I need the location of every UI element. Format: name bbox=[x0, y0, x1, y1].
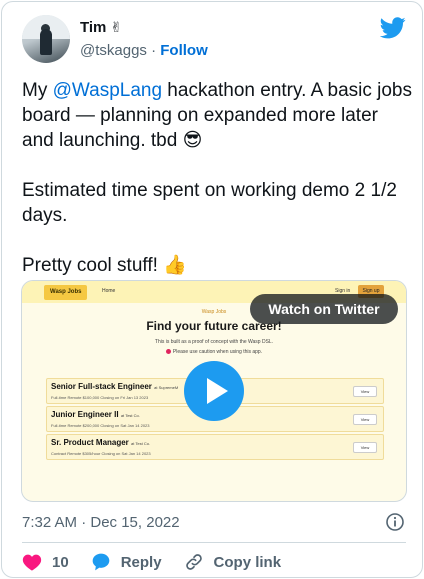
author-name-row: Tim ✌ bbox=[80, 19, 122, 36]
tweet-header: Tim ✌ @tskaggs · Follow bbox=[22, 15, 406, 67]
play-icon bbox=[207, 378, 228, 404]
divider bbox=[22, 542, 406, 543]
app-warning: Please use caution when using this app. bbox=[22, 349, 406, 355]
info-icon[interactable] bbox=[385, 512, 405, 532]
tweet-timestamp[interactable]: 7:32 AM · Dec 15, 2022 bbox=[22, 514, 180, 531]
warning-dot-icon bbox=[165, 349, 171, 354]
app-warning-text: Please use caution when using this app. bbox=[172, 349, 263, 355]
follow-button[interactable]: Follow bbox=[160, 42, 208, 59]
app-logo: Wasp Jobs bbox=[44, 285, 88, 300]
watch-on-twitter-button[interactable]: Watch on Twitter bbox=[250, 294, 398, 324]
job-view-button: View bbox=[353, 414, 377, 425]
play-button[interactable] bbox=[184, 361, 244, 421]
job-title: Sr. Product Manager at Test Co. bbox=[51, 438, 151, 447]
tweet-actions: 10 Reply Copy link bbox=[22, 551, 303, 573]
job-view-button: View bbox=[353, 442, 377, 453]
avatar[interactable] bbox=[22, 15, 70, 63]
victory-hand-icon: ✌ bbox=[110, 19, 123, 35]
handle-separator: · bbox=[151, 42, 157, 59]
reply-label: Reply bbox=[120, 553, 162, 571]
job-meta: Contract Remote $305/hour Closing on Sat… bbox=[51, 451, 151, 456]
mention-link[interactable]: @WaspLang bbox=[53, 80, 162, 101]
link-icon bbox=[185, 554, 202, 570]
reply-bubble-icon bbox=[92, 553, 110, 571]
job-row: Sr. Product Manager at Test Co. Contract… bbox=[46, 434, 384, 460]
app-subtitle: This is built as a proof of concept with… bbox=[154, 339, 274, 345]
job-title: Junior Engineer II at Test Co. bbox=[51, 410, 140, 419]
job-view-button: View bbox=[353, 386, 377, 397]
author-handle-row: @tskaggs · Follow bbox=[80, 42, 208, 59]
job-title: Senior Full-stack Engineer at SupremeM bbox=[51, 382, 179, 391]
tweet-text-prefix: My bbox=[22, 80, 53, 101]
copy-link-button[interactable]: Copy link bbox=[184, 552, 282, 572]
like-button[interactable]: 10 bbox=[22, 553, 69, 571]
like-count: 10 bbox=[52, 553, 69, 571]
tweet-text-body: hackathon entry. A basic jobs board — pl… bbox=[22, 80, 412, 276]
tweet-card: Tim ✌ @tskaggs · Follow My @WaspLang hac… bbox=[1, 1, 423, 578]
author-name[interactable]: Tim bbox=[80, 19, 106, 36]
twitter-bird-icon[interactable] bbox=[380, 17, 406, 39]
tweet-text: My @WaspLang hackathon entry. A basic jo… bbox=[22, 78, 412, 278]
job-meta: Full-time Remote $200,000 Closing on Sat… bbox=[51, 423, 150, 428]
job-meta: Full-time Remote $100,000 Closing on Fri… bbox=[51, 395, 149, 400]
author-handle[interactable]: @tskaggs bbox=[80, 42, 147, 59]
app-nav-home: Home bbox=[102, 288, 116, 294]
reply-button[interactable]: Reply bbox=[91, 552, 162, 572]
copy-link-label: Copy link bbox=[213, 553, 282, 571]
heart-icon bbox=[22, 554, 42, 571]
